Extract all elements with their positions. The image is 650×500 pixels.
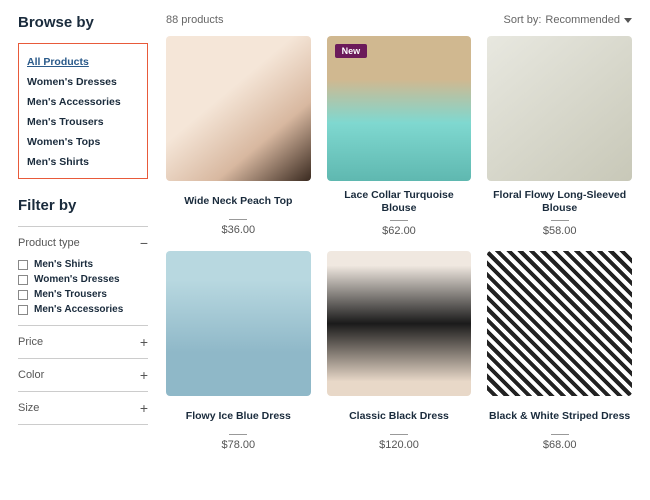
filter-label: Color — [18, 369, 44, 381]
divider — [229, 219, 247, 220]
sort-label: Sort by: — [504, 14, 542, 26]
plus-icon: + — [140, 367, 148, 383]
filter-label: Price — [18, 336, 43, 348]
product-card[interactable]: Black & White Striped Dress $68.00 — [487, 251, 632, 451]
minus-icon: − — [140, 235, 148, 251]
topbar: 88 products Sort by: Recommended — [166, 14, 632, 26]
filter-product-type-header[interactable]: Product type − — [18, 235, 148, 251]
checkbox-icon — [18, 275, 28, 285]
category-womens-dresses[interactable]: Women's Dresses — [27, 72, 139, 92]
product-name: Wide Neck Peach Top — [166, 189, 311, 215]
chevron-down-icon — [624, 18, 632, 23]
checkbox-icon — [18, 305, 28, 315]
product-card[interactable]: Wide Neck Peach Top $36.00 — [166, 36, 311, 237]
product-price: $62.00 — [327, 225, 472, 237]
product-name: Classic Black Dress — [327, 404, 472, 430]
product-name: Floral Flowy Long-Sleeved Blouse — [487, 189, 632, 216]
checkbox-icon — [18, 260, 28, 270]
product-image — [487, 36, 632, 181]
browse-by-title: Browse by — [18, 14, 148, 31]
filter-color-header[interactable]: Color + — [18, 367, 148, 383]
product-card[interactable]: Classic Black Dress $120.00 — [327, 251, 472, 451]
plus-icon: + — [140, 334, 148, 350]
product-image — [327, 251, 472, 396]
product-count: 88 products — [166, 14, 223, 26]
filter-label: Product type — [18, 237, 80, 249]
divider — [551, 434, 569, 435]
product-image: New — [327, 36, 472, 181]
checkbox-mens-accessories[interactable]: Men's Accessories — [18, 302, 148, 317]
option-label: Men's Shirts — [34, 259, 93, 270]
filter-price-header[interactable]: Price + — [18, 334, 148, 350]
option-label: Men's Accessories — [34, 304, 123, 315]
category-mens-accessories[interactable]: Men's Accessories — [27, 92, 139, 112]
category-mens-trousers[interactable]: Men's Trousers — [27, 112, 139, 132]
product-name: Black & White Striped Dress — [487, 404, 632, 430]
divider — [229, 434, 247, 435]
filter-price: Price + — [18, 325, 148, 359]
divider — [390, 434, 408, 435]
category-all-products[interactable]: All Products — [27, 52, 139, 72]
filter-color: Color + — [18, 358, 148, 392]
checkbox-icon — [18, 290, 28, 300]
divider — [390, 220, 408, 221]
browse-category-list: All Products Women's Dresses Men's Acces… — [18, 43, 148, 179]
product-price: $68.00 — [487, 439, 632, 451]
category-womens-tops[interactable]: Women's Tops — [27, 132, 139, 152]
product-image — [487, 251, 632, 396]
product-price: $36.00 — [166, 224, 311, 236]
plus-icon: + — [140, 400, 148, 416]
product-card[interactable]: New Lace Collar Turquoise Blouse $62.00 — [327, 36, 472, 237]
checkbox-mens-trousers[interactable]: Men's Trousers — [18, 287, 148, 302]
product-image — [166, 251, 311, 396]
divider — [551, 220, 569, 221]
option-label: Men's Trousers — [34, 289, 107, 300]
product-name: Lace Collar Turquoise Blouse — [327, 189, 472, 216]
filter-size: Size + — [18, 391, 148, 425]
product-card[interactable]: Floral Flowy Long-Sleeved Blouse $58.00 — [487, 36, 632, 237]
sort-dropdown[interactable]: Sort by: Recommended — [504, 14, 633, 26]
checkbox-mens-shirts[interactable]: Men's Shirts — [18, 257, 148, 272]
sidebar: Browse by All Products Women's Dresses M… — [18, 14, 148, 486]
product-price: $58.00 — [487, 225, 632, 237]
product-price: $120.00 — [327, 439, 472, 451]
sort-value: Recommended — [545, 14, 620, 26]
product-grid: Wide Neck Peach Top $36.00 New Lace Coll… — [166, 36, 632, 451]
filter-size-header[interactable]: Size + — [18, 400, 148, 416]
filter-product-type: Product type − Men's Shirts Women's Dres… — [18, 226, 148, 326]
product-image — [166, 36, 311, 181]
filter-by-title: Filter by — [18, 197, 148, 214]
filter-label: Size — [18, 402, 39, 414]
product-price: $78.00 — [166, 439, 311, 451]
product-name: Flowy Ice Blue Dress — [166, 404, 311, 430]
category-mens-shirts[interactable]: Men's Shirts — [27, 152, 139, 172]
filter-product-type-options: Men's Shirts Women's Dresses Men's Trous… — [18, 257, 148, 317]
checkbox-womens-dresses[interactable]: Women's Dresses — [18, 272, 148, 287]
product-card[interactable]: Flowy Ice Blue Dress $78.00 — [166, 251, 311, 451]
main-content: 88 products Sort by: Recommended Wide Ne… — [166, 14, 632, 486]
option-label: Women's Dresses — [34, 274, 120, 285]
new-badge: New — [335, 44, 368, 58]
